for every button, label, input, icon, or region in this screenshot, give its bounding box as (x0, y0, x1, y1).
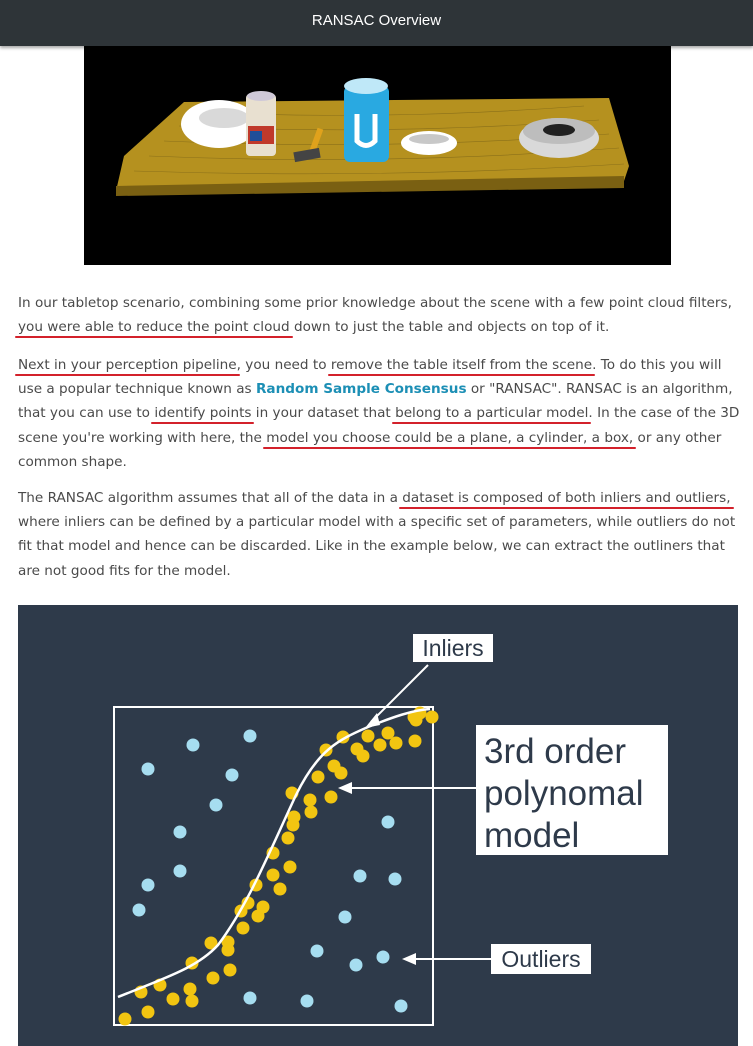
outlier-point (349, 958, 363, 972)
inlier-point (356, 749, 370, 763)
inlier-point (425, 710, 439, 724)
paragraph-assumption: The RANSAC algorithm assumes that all of… (18, 490, 736, 579)
outlier-point (381, 815, 395, 829)
outlier-point (173, 825, 187, 839)
inlier-point (334, 766, 348, 780)
inlier-point (256, 900, 270, 914)
outlier-point (300, 994, 314, 1008)
inlier-point (324, 790, 338, 804)
inlier-point (373, 738, 387, 752)
outlier-point (243, 991, 257, 1005)
outlier-point (338, 910, 352, 924)
outlier-point (173, 864, 187, 878)
inlier-point (223, 963, 237, 977)
can (344, 86, 389, 162)
inlier-point (361, 729, 375, 743)
inlier-point (185, 994, 199, 1008)
inlier-point (141, 1005, 155, 1019)
inlier-point (389, 736, 403, 750)
inlier-point (408, 734, 422, 748)
bottle (246, 94, 276, 156)
outlier-point (186, 738, 200, 752)
outlier-point (243, 729, 257, 743)
inlier-point (273, 882, 287, 896)
inlier-point (166, 992, 180, 1006)
inlier-point (287, 810, 301, 824)
inlier-point (266, 868, 280, 882)
tabletop-scene-image (84, 46, 671, 265)
paragraph-intro: In our tabletop scenario, combining some… (18, 295, 732, 336)
paragraph-ransac: Next in your perception pipeline, you ne… (18, 357, 740, 470)
inlier-point (281, 831, 295, 845)
inlier-point (183, 982, 197, 996)
inlier-point (206, 971, 220, 985)
data-frame (113, 706, 434, 1026)
outlier-point (132, 903, 146, 917)
model-label-line1: 3rd order (484, 732, 626, 771)
outliers-label: Outliers (501, 946, 580, 972)
inlier-point (283, 860, 297, 874)
outlier-point (141, 762, 155, 776)
top-bar: RANSAC Overview (0, 0, 753, 46)
outlier-point (209, 798, 223, 812)
outlier-point (388, 872, 402, 886)
inlier-point (311, 770, 325, 784)
inlier-point (304, 805, 318, 819)
inlier-point (118, 1012, 132, 1026)
outlier-point (141, 878, 155, 892)
outlier-point (225, 768, 239, 782)
page-title: RANSAC Overview (311, 12, 442, 29)
ransac-link[interactable]: Random Sample Consensus (256, 381, 467, 397)
outlier-point (353, 869, 367, 883)
ransac-diagram: Inliers 3rd order polynomal model Outlie… (18, 605, 738, 1046)
inlier-point (236, 921, 250, 935)
model-label-line3: model (484, 816, 579, 855)
inliers-label: Inliers (422, 635, 483, 661)
model-label-line2: polynomal (484, 774, 644, 813)
inlier-point (303, 793, 317, 807)
outlier-point (394, 999, 408, 1013)
outlier-point (376, 950, 390, 964)
outlier-point (310, 944, 324, 958)
